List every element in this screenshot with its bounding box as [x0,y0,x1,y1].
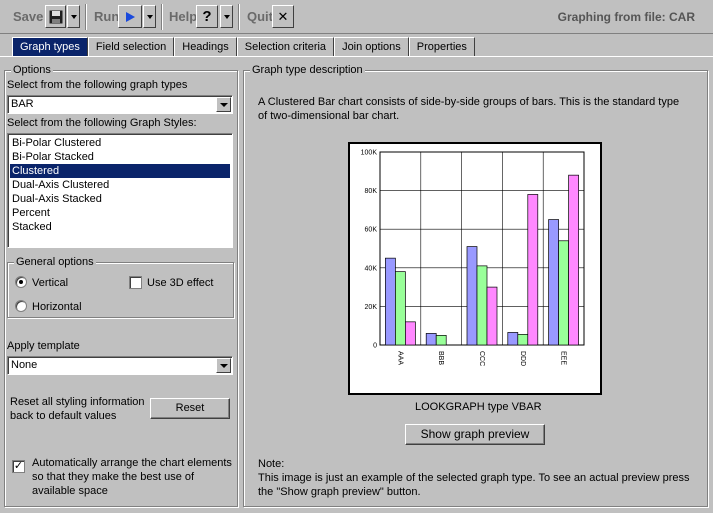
bar [435,335,447,346]
chevron-down-icon[interactable] [216,97,231,112]
show-graph-preview-button[interactable]: Show graph preview [405,424,545,445]
bar [517,334,529,346]
bar [486,286,498,346]
graph-types-label: Select from the following graph types [7,79,188,91]
note-title: Note: [258,458,285,470]
bar [405,321,416,346]
run-label: Run [94,9,120,24]
save-dropdown[interactable] [67,5,80,28]
bar [395,271,406,346]
general-options-legend: General options [14,256,96,268]
y-tick-label: 0 [373,343,377,350]
quit-button[interactable]: ✕ [272,5,294,28]
bar [466,246,478,346]
x-tick-label: DDD [519,351,526,366]
chart-frame: 0 20K 40K 60K 80K 100K AAA BBB CCC DDD EEE [348,142,602,395]
tab-join-options[interactable]: Join options [334,37,409,57]
template-label: Apply template [7,340,80,352]
help-label: Help [169,9,198,24]
x-tick-label: AAA [396,351,403,365]
bar [558,240,569,346]
quit-label: Quit [247,9,273,24]
use-3d-checkbox[interactable] [129,276,142,289]
list-item-bi-polar-stacked[interactable]: Bi-Polar Stacked [10,150,230,164]
list-item-stacked[interactable]: Stacked [10,220,230,234]
play-icon [126,11,135,22]
note-line-1: This image is just an example of the sel… [258,472,690,484]
tab-headings[interactable]: Headings [174,37,237,57]
graph-styles-label: Select from the following Graph Styles: [7,117,197,129]
description-legend: Graph type description [250,64,365,76]
run-button[interactable] [118,5,142,28]
auto-arrange-checkbox[interactable]: ✓ [12,460,25,473]
help-button[interactable]: ? [196,5,218,28]
description-line-2: of two-dimensional bar chart. [258,110,400,122]
description-line-1: A Clustered Bar chart consists of side-b… [258,96,680,108]
tab-bar: Graph types Field selection Headings Sel… [12,37,475,57]
chevron-down-icon[interactable] [216,358,231,373]
vertical-radio[interactable] [15,276,27,288]
window-title: Graphing from file: CAR [557,10,695,24]
help-dropdown[interactable] [220,5,233,28]
tab-field-selection[interactable]: Field selection [87,37,175,57]
bar [476,265,488,346]
run-dropdown[interactable] [143,5,156,28]
floppy-disk-icon [49,10,62,23]
bar [507,332,519,346]
close-icon: ✕ [277,8,289,24]
x-tick-label: EEE [560,351,567,365]
bar [425,333,437,346]
note-line-2: the "Show graph preview" button. [258,486,421,498]
tab-graph-types[interactable]: Graph types [12,37,88,57]
list-item-dual-axis-clustered[interactable]: Dual-Axis Clustered [10,178,230,192]
toolbar-separator [85,4,87,30]
toolbar-separator [238,4,240,30]
auto-arrange-text-3: available space [32,485,108,497]
tab-properties[interactable]: Properties [408,37,475,57]
horizontal-radio[interactable] [15,300,27,312]
save-button[interactable] [45,5,66,28]
bar [527,194,539,346]
sample-bar-chart: 0 20K 40K 60K 80K 100K AAA BBB CCC DDD EEE [361,150,585,366]
tab-divider [0,56,713,57]
list-item-clustered[interactable]: Clustered [10,164,230,178]
list-item-percent[interactable]: Percent [10,206,230,220]
bar [548,219,559,346]
list-item-dual-axis-stacked[interactable]: Dual-Axis Stacked [10,192,230,206]
help-icon: ? [202,8,212,25]
vertical-label: Vertical [32,277,69,289]
x-tick-label: CCC [478,351,485,366]
y-tick-label: 20K [365,304,378,311]
reset-button[interactable]: Reset [150,398,230,419]
graph-type-value: BAR [11,98,34,110]
y-tick-label: 40K [365,265,378,272]
template-select[interactable]: None [7,356,233,375]
graph-styles-list[interactable]: Bi-Polar Clustered Bi-Polar Stacked Clus… [7,133,233,248]
horizontal-label: Horizontal [32,301,82,313]
tab-selection-criteria[interactable]: Selection criteria [236,37,335,57]
template-value: None [11,359,38,371]
save-label: Save [13,9,44,24]
y-tick-label: 60K [365,227,378,234]
auto-arrange-text-2: so that they make the best use of [32,471,195,483]
y-tick-label: 100K [361,150,378,157]
bar [568,174,579,346]
reset-text-1: Reset all styling information [10,396,145,408]
reset-text-2: back to default values [10,410,117,422]
list-item-bi-polar-clustered[interactable]: Bi-Polar Clustered [10,136,230,150]
use-3d-label: Use 3D effect [147,277,214,289]
bar [385,257,396,346]
x-tick-label: BBB [437,351,444,365]
graph-type-select[interactable]: BAR [7,95,233,114]
chart-caption: LOOKGRAPH type VBAR [415,401,542,413]
options-legend: Options [11,64,53,76]
toolbar: Save Run Help ? Quit ✕ Graphing from fil… [0,0,713,34]
auto-arrange-text-1: Automatically arrange the chart elements [32,457,232,469]
toolbar-separator [161,4,163,30]
y-tick-label: 80K [365,188,378,195]
